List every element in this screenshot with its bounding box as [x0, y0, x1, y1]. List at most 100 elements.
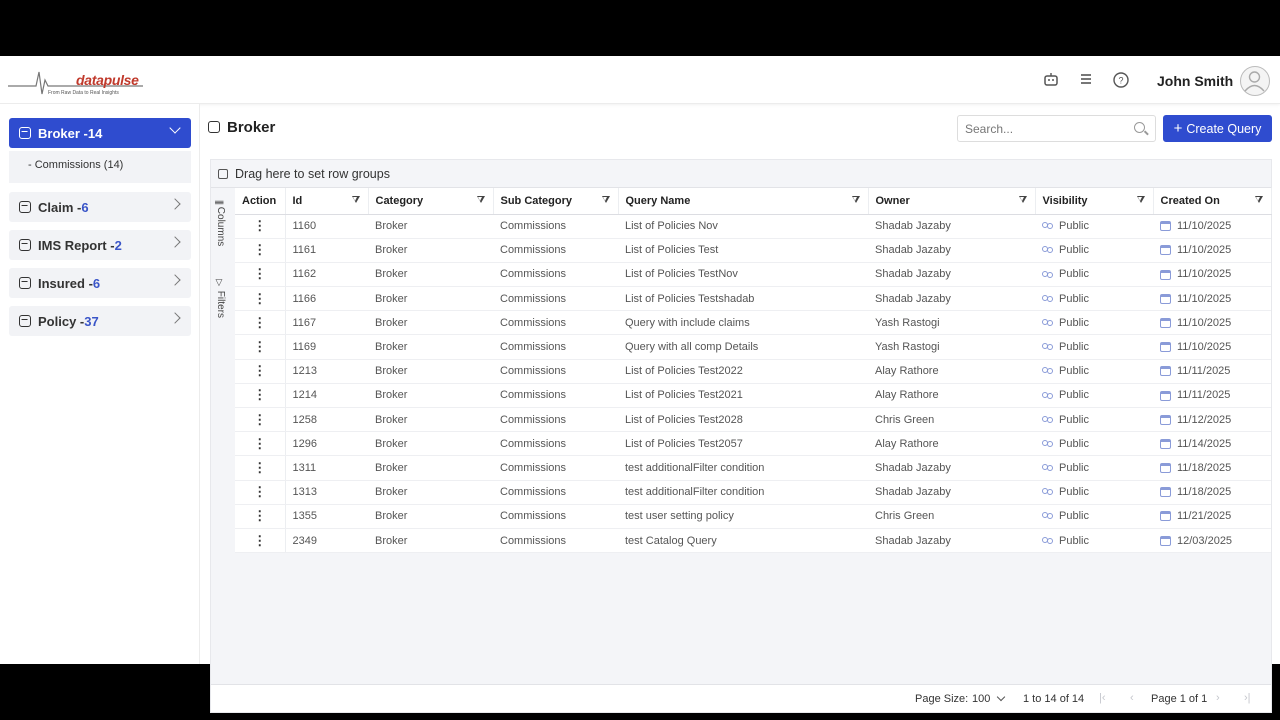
row-actions-icon[interactable]: ⋮	[235, 214, 286, 239]
calendar-icon	[1160, 463, 1171, 474]
robot-icon[interactable]	[1042, 71, 1060, 89]
table-row[interactable]: ⋮ 1213 Broker Commissions List of Policies T…	[235, 359, 1271, 384]
report-icon	[208, 121, 220, 133]
row-actions-icon[interactable]: ⋮	[235, 262, 286, 288]
sidebar-item-count: 6	[81, 199, 89, 215]
table-row[interactable]: ⋮ 1167 Broker Commissions Query with include…	[235, 310, 1271, 336]
first-page-icon[interactable]: |‹	[1099, 692, 1106, 704]
column-header-action[interactable]: Action	[235, 188, 286, 215]
filter-icon[interactable]	[601, 196, 610, 203]
create-query-button[interactable]: + Create Query	[1163, 115, 1272, 142]
prev-page-icon[interactable]: ‹	[1130, 692, 1134, 704]
pagination-bar: Page Size: 100 1 to 14 of 14 |‹ ‹ Page 1…	[211, 684, 1271, 712]
table-row[interactable]: ⋮ 1258 Broker Commissions List of Policies T…	[235, 407, 1271, 433]
cell-sub-category: Commissions	[493, 238, 618, 263]
cell-category: Broker	[368, 359, 493, 384]
row-actions-icon[interactable]: ⋮	[235, 504, 286, 529]
table-row[interactable]: ⋮ 1311 Broker Commissions test additionalFil…	[235, 455, 1271, 481]
cell-owner: Shadab Jazaby	[868, 528, 1035, 554]
cell-text: Broker	[375, 437, 408, 450]
sidebar-subitem-commissions[interactable]: - Commissions (14)	[28, 159, 123, 171]
filters-tool-label: Filters	[215, 290, 226, 319]
cell-created-on: 11/12/2025	[1153, 407, 1271, 433]
cell-query-name: List of Policies TestNov	[618, 262, 868, 288]
cell-text: 1162	[292, 268, 317, 281]
cell-created-on: 11/11/2025	[1153, 359, 1271, 384]
search-input[interactable]	[965, 120, 1125, 138]
row-actions-icon[interactable]: ⋮	[235, 310, 286, 336]
column-header-category[interactable]: Category	[368, 188, 494, 215]
row-actions-icon[interactable]: ⋮	[235, 431, 286, 457]
chevron-down-icon[interactable]	[996, 692, 1006, 702]
row-actions-icon[interactable]: ⋮	[235, 407, 286, 433]
query-table: Action Id Category Sub Category Query Na…	[235, 188, 1272, 554]
search-box[interactable]	[957, 115, 1156, 142]
column-header-query-name[interactable]: Query Name	[618, 188, 869, 215]
row-actions-icon[interactable]: ⋮	[235, 238, 286, 263]
cell-id: 1213	[285, 359, 368, 384]
cell-sub-category: Commissions	[493, 359, 618, 384]
cell-text: 1355	[292, 510, 317, 523]
cell-text: 11/10/2025	[1177, 268, 1232, 281]
table-row[interactable]: ⋮ 2349 Broker Commissions test Catalog Query…	[235, 528, 1271, 554]
sidebar-item-insured[interactable]: Insured -6	[9, 268, 191, 298]
column-header-created-on[interactable]: Created On	[1153, 188, 1272, 215]
column-header-visibility[interactable]: Visibility	[1035, 188, 1154, 215]
filter-icon[interactable]	[1018, 196, 1027, 203]
cell-text: Yash Rastogi	[875, 341, 940, 354]
row-group-dropzone[interactable]: Drag here to set row groups	[211, 160, 1271, 188]
help-icon[interactable]: ?	[1112, 71, 1130, 89]
users-icon	[1042, 391, 1053, 400]
row-actions-icon[interactable]: ⋮	[235, 359, 286, 384]
columns-tool-tab[interactable]: ||| Columns	[215, 200, 226, 246]
page-title: Broker	[227, 119, 276, 136]
table-row[interactable]: ⋮ 1166 Broker Commissions List of Policies T…	[235, 286, 1271, 312]
cell-text: 12/03/2025	[1177, 534, 1233, 547]
sidebar-item-broker[interactable]: Broker -14	[9, 118, 191, 148]
user-name[interactable]: John Smith	[1157, 73, 1233, 89]
next-page-icon[interactable]: ›	[1216, 692, 1220, 704]
cell-text: 11/10/2025	[1177, 244, 1232, 257]
sidebar-item-claim[interactable]: Claim -6	[9, 192, 191, 222]
table-row[interactable]: ⋮ 1313 Broker Commissions test additionalFil…	[235, 480, 1271, 505]
table-row[interactable]: ⋮ 1160 Broker Commissions List of Policies N…	[235, 214, 1271, 239]
logo[interactable]: datapulse From Raw Data to Real Insights	[8, 64, 143, 98]
column-header-id[interactable]: Id	[285, 188, 369, 215]
cell-text: Alay Rathore	[875, 365, 939, 378]
menu-icon[interactable]	[1077, 71, 1095, 89]
filter-icon[interactable]	[476, 196, 485, 203]
column-header-sub-category[interactable]: Sub Category	[493, 188, 619, 215]
cell-text: Shadab Jazaby	[875, 220, 951, 233]
cell-query-name: test Catalog Query	[618, 528, 868, 554]
row-actions-icon[interactable]: ⋮	[235, 528, 286, 554]
row-actions-icon[interactable]: ⋮	[235, 334, 286, 360]
filters-tool-tab[interactable]: ▽ Filters	[215, 278, 226, 318]
row-actions-icon[interactable]: ⋮	[235, 455, 286, 481]
row-actions-icon[interactable]: ⋮	[235, 286, 286, 312]
cell-text: Broker	[375, 413, 408, 426]
search-icon[interactable]	[1134, 122, 1145, 133]
avatar[interactable]	[1240, 66, 1270, 96]
column-header-label: Id	[292, 194, 303, 207]
table-row[interactable]: ⋮ 1355 Broker Commissions test user setting …	[235, 504, 1271, 529]
column-header-owner[interactable]: Owner	[868, 188, 1036, 215]
last-page-icon[interactable]: ›|	[1244, 692, 1251, 704]
cell-text: 11/10/2025	[1177, 292, 1232, 305]
filter-icon[interactable]	[1254, 196, 1263, 203]
calendar-icon	[1160, 221, 1171, 232]
cell-text: 1213	[292, 365, 317, 378]
sidebar-item-policy[interactable]: Policy -37	[9, 306, 191, 336]
table-row[interactable]: ⋮ 1169 Broker Commissions Query with all com…	[235, 334, 1271, 360]
table-row[interactable]: ⋮ 1296 Broker Commissions List of Policies T…	[235, 431, 1271, 457]
row-actions-icon[interactable]: ⋮	[235, 383, 286, 409]
sidebar-item-label: Insured -	[38, 275, 93, 291]
row-actions-icon[interactable]: ⋮	[235, 480, 286, 505]
filter-icon[interactable]	[851, 196, 860, 203]
table-row[interactable]: ⋮ 1214 Broker Commissions List of Policies T…	[235, 383, 1271, 409]
page-size-select[interactable]: 100	[972, 693, 990, 705]
table-row[interactable]: ⋮ 1161 Broker Commissions List of Policies T…	[235, 238, 1271, 263]
table-row[interactable]: ⋮ 1162 Broker Commissions List of Policies T…	[235, 262, 1271, 288]
filter-icon[interactable]	[351, 196, 360, 203]
sidebar-item-ims-report[interactable]: IMS Report -2	[9, 230, 191, 260]
filter-icon[interactable]	[1136, 196, 1145, 203]
